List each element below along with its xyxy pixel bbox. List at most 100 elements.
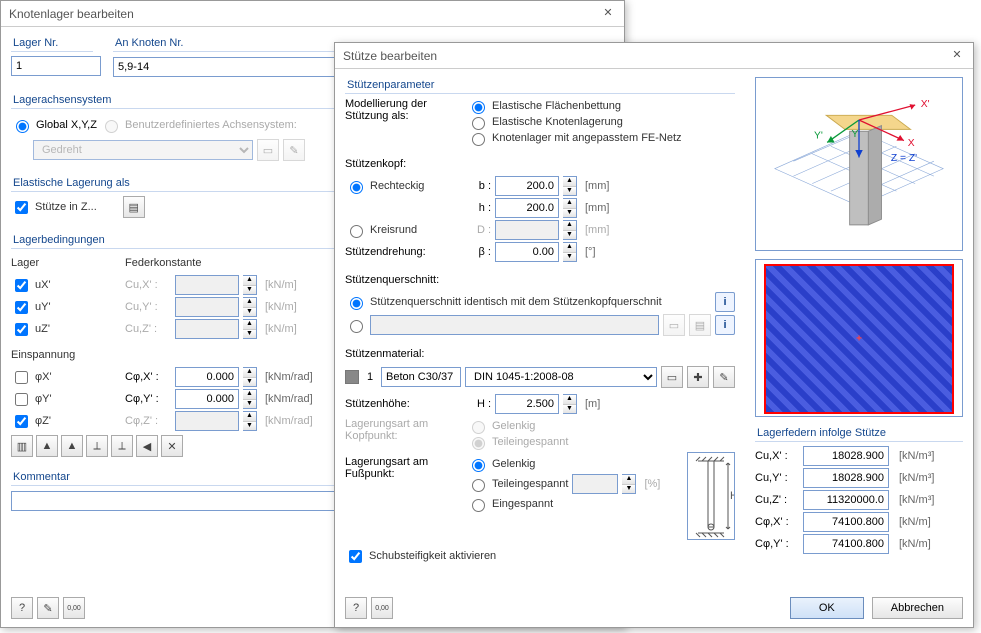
label-lag-fuss: Lagerungsart am Fußpunkt: xyxy=(345,456,463,480)
label-cuy: Cu,Y' : xyxy=(125,301,171,313)
check-uz[interactable]: uZ' xyxy=(11,320,121,339)
help-icon[interactable]: ? xyxy=(11,597,33,619)
units-icon-2[interactable]: 0,00 xyxy=(371,597,393,619)
radio-flaechenbettung[interactable]: Elastische Flächenbettung xyxy=(467,98,682,114)
label-modellierung: Modellierung der Stützung als: xyxy=(345,98,463,122)
svg-text:X: X xyxy=(908,138,915,149)
note-icon[interactable]: ✎ xyxy=(37,597,59,619)
svg-text:Y': Y' xyxy=(814,131,823,142)
cuz-input xyxy=(175,319,239,339)
section-lager-nr: Lager Nr. xyxy=(11,35,93,52)
radio-fuss-eingespannt[interactable]: Eingespannt xyxy=(467,496,660,512)
label-beta: β : xyxy=(467,246,491,258)
check-phix[interactable]: φX' xyxy=(11,368,121,387)
unit-knm: [kN/m] xyxy=(265,279,297,291)
support-type-1-icon[interactable]: ▥ xyxy=(11,435,33,457)
radio-kreisrund[interactable]: Kreisrund xyxy=(345,222,463,238)
cux-input xyxy=(175,275,239,295)
radio-q-custom[interactable] xyxy=(345,317,366,333)
b-input[interactable] xyxy=(495,176,559,196)
radio-global-xyz-input[interactable] xyxy=(16,120,29,133)
check-stuetze-z-input[interactable] xyxy=(15,201,28,214)
beta-input[interactable] xyxy=(495,242,559,262)
label-hoehe: Stützenhöhe: xyxy=(345,398,463,410)
lager-nr-input[interactable] xyxy=(11,56,101,76)
check-schub[interactable]: Schubsteifigkeit aktivieren xyxy=(345,547,496,566)
sp-cuz-value xyxy=(803,490,889,510)
svg-text:Z = Z': Z = Z' xyxy=(891,153,917,164)
close-icon-2[interactable]: ✕ xyxy=(949,48,965,64)
label-cux: Cu,X' : xyxy=(125,279,171,291)
support-type-7-icon[interactable]: ✕ xyxy=(161,435,183,457)
support-type-6-icon[interactable]: ◀ xyxy=(136,435,158,457)
dialog-title: Knotenlager bearbeiten xyxy=(9,1,134,27)
h-input[interactable] xyxy=(495,198,559,218)
mat-lib-icon[interactable]: ▭ xyxy=(661,366,683,388)
sp-cphix-label: Cφ,X' : xyxy=(755,516,797,528)
radio-knotenlagerung[interactable]: Elastische Knotenlagerung xyxy=(467,114,682,130)
radio-rechteckig[interactable]: Rechteckig xyxy=(345,178,463,194)
mat-new-icon[interactable]: ✚ xyxy=(687,366,709,388)
section-stuetzenparameter: Stützenparameter xyxy=(345,77,735,94)
radio-q-identisch[interactable]: Stützenquerschnitt identisch mit dem Stü… xyxy=(345,294,662,310)
check-uy[interactable]: uY' xyxy=(11,298,121,317)
dialog2-title: Stütze bearbeiten xyxy=(343,43,437,69)
label-cphix: Cφ,X' : xyxy=(125,371,171,383)
cphix-input[interactable] xyxy=(175,367,239,387)
label-drehung: Stützendrehung: xyxy=(345,246,463,258)
radio-fe-netz[interactable]: Knotenlager mit angepasstem FE-Netz xyxy=(467,130,682,146)
radio-fuss-gelenkig[interactable]: Gelenkig xyxy=(467,456,660,472)
label-h: h : xyxy=(467,202,491,214)
check-phiy[interactable]: φY' xyxy=(11,390,121,409)
material-number: 1 xyxy=(363,371,377,383)
q-browse-icon: ▤ xyxy=(689,314,711,336)
info-icon-1[interactable]: i xyxy=(715,292,735,312)
mat-edit-icon[interactable]: ✎ xyxy=(713,366,735,388)
material-norm-select[interactable]: DIN 1045-1:2008-08 xyxy=(465,367,657,387)
userdef-select: Gedreht xyxy=(33,140,253,160)
support-type-5-icon[interactable]: ⟂ xyxy=(111,435,133,457)
support-type-4-icon[interactable]: ⟂ xyxy=(86,435,108,457)
sp-cphix-value xyxy=(803,512,889,532)
svg-text:H: H xyxy=(730,490,734,502)
support-type-3-icon[interactable]: ▲ xyxy=(61,435,83,457)
stuetze-edit-icon[interactable]: ▤ xyxy=(123,196,145,218)
label-querschnitt: Stützenquerschnitt: xyxy=(345,274,439,286)
column-edit-dialog: Stütze bearbeiten ✕ Stützenparameter Mod… xyxy=(334,42,974,628)
check-phiz[interactable]: φZ' xyxy=(11,412,121,431)
material-color-swatch xyxy=(345,370,359,384)
label-lag-kopf: Lagerungsart am Kopfpunkt: xyxy=(345,418,463,442)
cphiy-input[interactable] xyxy=(175,389,239,409)
label-H: H : xyxy=(467,398,491,410)
radio-fuss-teil[interactable]: Teileingespannt xyxy=(467,476,568,492)
titlebar-2[interactable]: Stütze bearbeiten ✕ xyxy=(335,43,973,69)
check-stuetze-z[interactable]: Stütze in Z... xyxy=(11,198,97,217)
info-icon-2[interactable]: i xyxy=(715,315,735,335)
teil-percent-input xyxy=(572,474,618,494)
titlebar[interactable]: Knotenlager bearbeiten ✕ xyxy=(1,1,624,27)
check-ux[interactable]: uX' xyxy=(11,276,121,295)
sp-cux-value xyxy=(803,446,889,466)
support-type-2-icon[interactable]: ▲ xyxy=(36,435,58,457)
cancel-button-2[interactable]: Abbrechen xyxy=(872,597,963,619)
cuy-input xyxy=(175,297,239,317)
svg-text:Y: Y xyxy=(852,129,859,140)
D-input xyxy=(495,220,559,240)
cphiz-input xyxy=(175,411,239,431)
radio-global-xyz[interactable]: Global X,Y,Z xyxy=(11,115,97,135)
label-b: b : xyxy=(467,180,491,192)
label-federkonst: Federkonstante xyxy=(125,257,201,269)
H-input[interactable] xyxy=(495,394,559,414)
svg-text:X': X' xyxy=(921,99,930,110)
column-diagram: H xyxy=(687,452,735,540)
q-custom-input xyxy=(370,315,659,335)
radio-userdef: Benutzerdefiniertes Achsensystem: xyxy=(100,115,297,135)
close-icon[interactable]: ✕ xyxy=(600,6,616,22)
label-cphiz: Cφ,Z' : xyxy=(125,415,171,427)
help-icon-2[interactable]: ? xyxy=(345,597,367,619)
sp-cuy-value xyxy=(803,468,889,488)
sp-cuz-label: Cu,Z' : xyxy=(755,494,797,506)
ok-button-2[interactable]: OK xyxy=(790,597,864,619)
units-icon[interactable]: 0,00 xyxy=(63,597,85,619)
radio-kopf-gelenkig: Gelenkig xyxy=(467,418,568,434)
